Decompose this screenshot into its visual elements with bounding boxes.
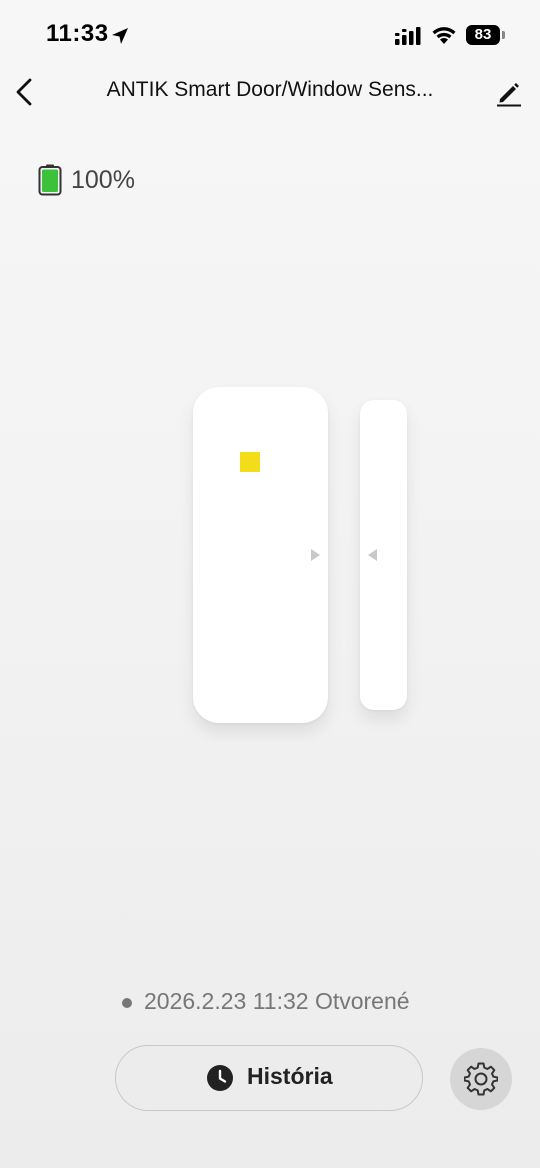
triangle-right-icon (311, 549, 320, 561)
settings-button[interactable] (450, 1048, 512, 1110)
history-button[interactable]: História (115, 1045, 423, 1111)
wifi-icon (432, 27, 456, 44)
sensor-magnet (360, 400, 407, 710)
history-label: História (247, 1063, 333, 1089)
location-arrow-icon (112, 28, 128, 44)
status-time: 11:33 (46, 20, 109, 47)
chevron-left-icon (16, 78, 32, 106)
battery-full-icon (38, 164, 62, 196)
edit-button[interactable] (494, 78, 524, 108)
battery-nub (502, 31, 505, 39)
clock-icon (207, 1065, 233, 1091)
gear-icon (464, 1062, 498, 1096)
status-bar: 11:33 83 (0, 0, 540, 70)
triangle-left-icon (368, 549, 377, 561)
status-dot (122, 998, 132, 1008)
battery-icon: 83 (466, 25, 500, 45)
back-button[interactable] (10, 74, 42, 110)
battery-level-text: 100% (71, 166, 135, 194)
sensor-led-indicator (240, 452, 260, 472)
signal-icon (395, 27, 421, 45)
last-event-text: 2026.2.23 11:32 Otvorené (144, 988, 410, 1014)
battery-percent: 83 (474, 26, 492, 43)
page-title: ANTIK Smart Door/Window Sens... (106, 78, 434, 101)
pencil-icon (497, 83, 521, 107)
sensor-main-body (193, 387, 328, 723)
